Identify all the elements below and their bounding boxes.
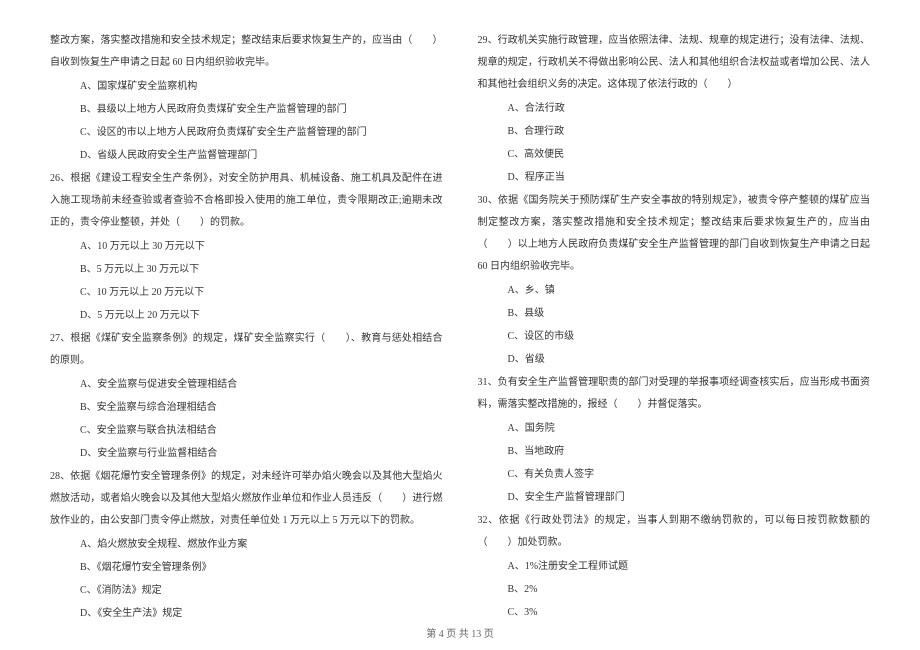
q25-continuation: 整改方案，落实整改措施和安全技术规定；整改结束后要求恢复生产的，应当由（ ）自收…: [50, 30, 443, 74]
page-footer: 第 4 页 共 13 页: [0, 625, 920, 640]
q31-text: 31、负有安全生产监督管理职责的部门对受理的举报事项经调查核实后，应当形成书面资…: [478, 372, 871, 416]
q30-option-c: C、设区的市级: [478, 326, 871, 348]
q32-option-c: C、3%: [478, 602, 871, 624]
q26-text: 26、根据《建设工程安全生产条例》，对安全防护用具、机械设备、施工机具及配件在进…: [50, 168, 443, 234]
q28-option-d: D、《安全生产法》规定: [50, 603, 443, 625]
right-column: 29、行政机关实施行政管理，应当依照法律、法规、规章的规定进行；没有法律、法规、…: [478, 30, 871, 610]
q29-option-a: A、合法行政: [478, 98, 871, 120]
q31-option-d: D、安全生产监督管理部门: [478, 487, 871, 509]
q31-option-b: B、当地政府: [478, 441, 871, 463]
q26-option-c: C、10 万元以上 20 万元以下: [50, 282, 443, 304]
q25-option-b: B、县级以上地方人民政府负责煤矿安全生产监督管理的部门: [50, 99, 443, 121]
q30-option-d: D、省级: [478, 349, 871, 371]
q32-option-b: B、2%: [478, 579, 871, 601]
q28-option-a: A、焰火燃放安全规程、燃放作业方案: [50, 534, 443, 556]
q26-option-a: A、10 万元以上 30 万元以下: [50, 236, 443, 258]
q29-text: 29、行政机关实施行政管理，应当依照法律、法规、规章的规定进行；没有法律、法规、…: [478, 30, 871, 96]
q28-option-b: B、《烟花爆竹安全管理条例》: [50, 557, 443, 579]
q26-option-b: B、5 万元以上 30 万元以下: [50, 259, 443, 281]
q30-option-a: A、乡、镇: [478, 280, 871, 302]
q25-option-c: C、设区的市以上地方人民政府负责煤矿安全生产监督管理的部门: [50, 122, 443, 144]
q32-option-a: A、1%注册安全工程师试题: [478, 556, 871, 578]
q30-option-b: B、县级: [478, 303, 871, 325]
q27-text: 27、根据《煤矿安全监察条例》的规定，煤矿安全监察实行（ ）、教育与惩处相结合的…: [50, 328, 443, 372]
document-content: 整改方案，落实整改措施和安全技术规定；整改结束后要求恢复生产的，应当由（ ）自收…: [50, 30, 870, 610]
q26-option-d: D、5 万元以上 20 万元以下: [50, 305, 443, 327]
q29-option-c: C、高效便民: [478, 144, 871, 166]
q31-option-c: C、有关负责人签字: [478, 464, 871, 486]
q30-text: 30、依据《国务院关于预防煤矿生产安全事故的特别规定》，被责令停产整顿的煤矿应当…: [478, 190, 871, 278]
q25-option-a: A、国家煤矿安全监察机构: [50, 76, 443, 98]
q32-text: 32、依据《行政处罚法》的规定，当事人到期不缴纳罚款的，可以每日按罚款数额的（ …: [478, 510, 871, 554]
q28-text: 28、依据《烟花爆竹安全管理条例》的规定，对未经许可举办焰火晚会以及其他大型焰火…: [50, 466, 443, 532]
q29-option-d: D、程序正当: [478, 167, 871, 189]
q27-option-a: A、安全监察与促进安全管理相结合: [50, 374, 443, 396]
q25-option-d: D、省级人民政府安全生产监督管理部门: [50, 145, 443, 167]
q28-option-c: C、《消防法》规定: [50, 580, 443, 602]
q31-option-a: A、国务院: [478, 418, 871, 440]
q27-option-c: C、安全监察与联合执法相结合: [50, 420, 443, 442]
q27-option-d: D、安全监察与行业监督相结合: [50, 443, 443, 465]
q27-option-b: B、安全监察与综合治理相结合: [50, 397, 443, 419]
left-column: 整改方案，落实整改措施和安全技术规定；整改结束后要求恢复生产的，应当由（ ）自收…: [50, 30, 443, 610]
q29-option-b: B、合理行政: [478, 121, 871, 143]
